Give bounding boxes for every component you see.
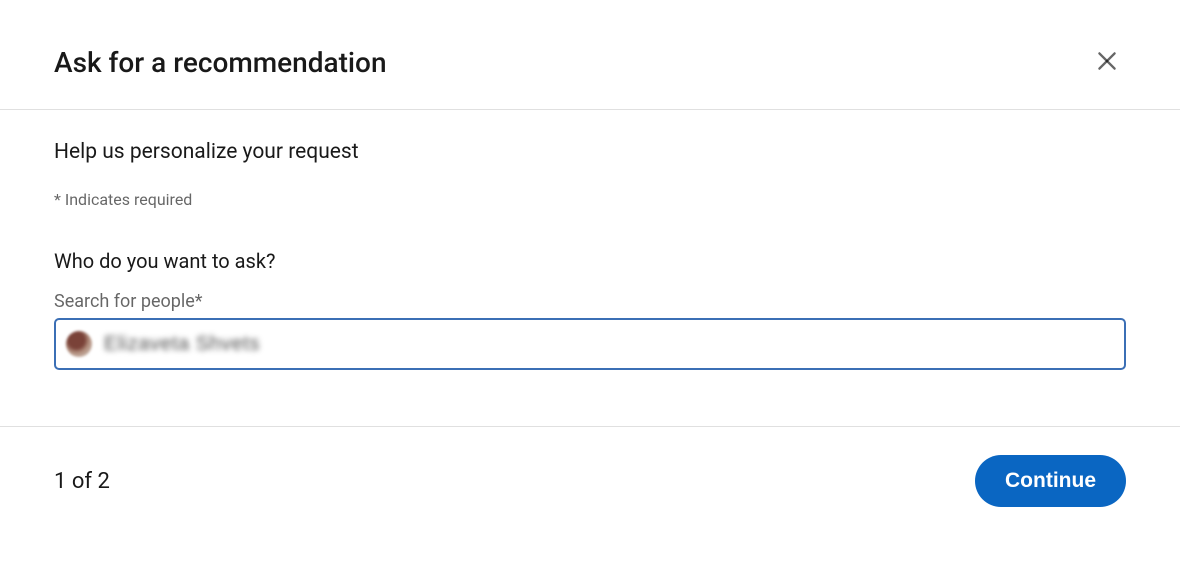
- close-icon: [1094, 48, 1120, 77]
- recommendation-modal: Ask for a recommendation Help us persona…: [0, 0, 1180, 570]
- search-people-label: Search for people*: [54, 291, 1126, 312]
- who-to-ask-question: Who do you want to ask?: [54, 249, 1126, 273]
- step-indicator: 1 of 2: [54, 469, 110, 494]
- modal-footer: 1 of 2 Continue: [0, 426, 1180, 535]
- personalize-subtitle: Help us personalize your request: [54, 140, 1126, 164]
- person-avatar: [66, 331, 92, 357]
- modal-title: Ask for a recommendation: [54, 46, 387, 79]
- continue-button[interactable]: Continue: [975, 455, 1126, 507]
- modal-body: Help us personalize your request * Indic…: [0, 110, 1180, 370]
- modal-header: Ask for a recommendation: [0, 0, 1180, 110]
- search-people-field[interactable]: [54, 318, 1126, 370]
- required-indicator-note: * Indicates required: [54, 190, 1126, 209]
- search-people-input[interactable]: [102, 332, 1114, 357]
- close-button[interactable]: [1088, 42, 1126, 83]
